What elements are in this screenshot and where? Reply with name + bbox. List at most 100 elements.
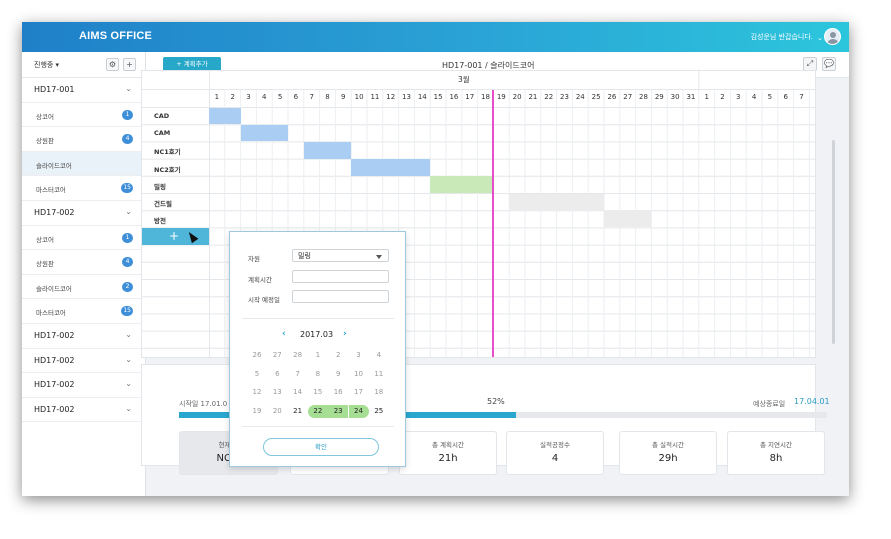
chevron-down-icon[interactable]: ⌄: [125, 207, 132, 216]
comment-icon[interactable]: 💬: [822, 57, 836, 71]
calendar-day[interactable]: 22: [307, 404, 328, 418]
calendar-day[interactable]: 13: [267, 386, 287, 399]
day-label: 10: [354, 93, 364, 101]
day-label: 1: [214, 93, 220, 101]
next-month-icon[interactable]: ›: [343, 329, 347, 339]
sidebar-project-group[interactable]: HD17-001 ⌄: [22, 78, 145, 103]
count-badge: 4: [122, 134, 133, 145]
expand-icon[interactable]: ⤢: [803, 57, 817, 71]
count-badge: 4: [122, 257, 133, 268]
add-task-row-button[interactable]: +: [142, 227, 209, 245]
calendar-day[interactable]: 2: [328, 349, 348, 362]
calendar-day[interactable]: 5: [247, 368, 267, 381]
add-project-button[interactable]: +: [123, 58, 136, 71]
calendar-day[interactable]: 19: [247, 405, 267, 418]
sidebar-item-label: 슬라이드코어: [36, 161, 72, 170]
sidebar-project-group[interactable]: HD17-002 ⌄: [22, 349, 145, 374]
sidebar-project-group[interactable]: HD17-002 ⌄: [22, 398, 145, 423]
calendar-day[interactable]: 18: [369, 386, 389, 399]
add-plan-popup: 자원 밀링 계획시간 시작 예정일 ‹ 2017.03 › 26 27 28 1 2 3 4…: [229, 231, 406, 467]
task-bar[interactable]: [209, 107, 241, 125]
app-title[interactable]: AIMS OFFICE: [79, 30, 152, 42]
day-label: 7: [799, 93, 804, 101]
avatar-body-icon: [827, 39, 839, 44]
settings-icon[interactable]: ⚙: [106, 58, 119, 71]
day-label: 12: [386, 93, 396, 101]
sidebar-item[interactable]: 상코어 1: [22, 103, 145, 128]
calendar-day[interactable]: 8: [308, 368, 328, 381]
confirm-button[interactable]: 확인: [263, 438, 379, 456]
avatar-head-icon: [830, 32, 836, 38]
calendar-day[interactable]: 15: [308, 386, 328, 399]
task-label: CAD: [154, 112, 170, 120]
prev-month-icon[interactable]: ‹: [282, 329, 286, 339]
mouse-cursor-icon: [185, 229, 199, 244]
calendar-day[interactable]: 9: [328, 368, 348, 381]
count-badge: 2: [122, 281, 133, 292]
calendar-day[interactable]: 25: [369, 405, 389, 418]
vertical-scrollbar[interactable]: [832, 140, 835, 344]
calendar-day[interactable]: 10: [349, 368, 369, 381]
calendar-day[interactable]: 17: [349, 386, 369, 399]
sidebar-item[interactable]: 마스터코어 15: [22, 176, 145, 201]
sidebar-item[interactable]: 상코어 1: [22, 226, 145, 251]
plan-time-input[interactable]: [292, 270, 389, 283]
calendar-day[interactable]: 28: [288, 349, 308, 362]
avatar[interactable]: [824, 28, 841, 45]
sidebar-item[interactable]: 마스터코어 15: [22, 299, 145, 324]
chevron-down-icon[interactable]: ⌄: [125, 355, 132, 364]
day-label: 14: [417, 93, 427, 101]
calendar-day[interactable]: 1: [308, 349, 328, 362]
sidebar-project-group[interactable]: HD17-002 ⌄: [22, 201, 145, 226]
expected-end-date: 17.04.01: [794, 397, 830, 406]
sidebar-item-label: 상코어: [36, 112, 54, 121]
calendar-day[interactable]: 4: [369, 349, 389, 362]
sidebar-project-group[interactable]: HD17-002 ⌄: [22, 324, 145, 349]
day-label: 21: [528, 93, 538, 101]
stat-value: 4: [551, 453, 559, 464]
sidebar-item[interactable]: 상원판 4: [22, 127, 145, 152]
calendar-day[interactable]: 27: [267, 349, 287, 362]
sidebar-project-group[interactable]: HD17-002 ⌄: [22, 373, 145, 398]
status-filter-dropdown[interactable]: 진행중 ▾: [34, 60, 59, 70]
calendar-day[interactable]: 16: [328, 386, 348, 399]
calendar-day[interactable]: 20: [267, 405, 287, 418]
task-bar[interactable]: [430, 176, 494, 193]
sidebar-item-label: 마스터코어: [36, 309, 66, 318]
sidebar-item-label: HD17-002: [34, 404, 75, 414]
chevron-down-icon[interactable]: ⌄: [125, 84, 132, 93]
calendar-day[interactable]: 11: [369, 368, 389, 381]
task-bar[interactable]: [240, 124, 288, 142]
task-bar[interactable]: [351, 159, 431, 176]
task-bar[interactable]: [509, 193, 604, 211]
calendar-day[interactable]: 21: [288, 405, 308, 418]
calendar-day[interactable]: 3: [349, 349, 369, 362]
calendar-day[interactable]: 23: [328, 404, 349, 418]
day-label: 19: [496, 93, 506, 101]
day-label: 6: [293, 93, 299, 101]
resource-select[interactable]: 밀링: [292, 249, 389, 262]
calendar-day[interactable]: 26: [247, 349, 267, 362]
resource-select-value: 밀링: [298, 252, 311, 260]
stat-label: 총 실적시간: [652, 441, 684, 449]
calendar-day[interactable]: 24: [348, 404, 369, 418]
start-date-input[interactable]: [292, 290, 389, 303]
calendar-day[interactable]: 7: [288, 368, 308, 381]
task-label: NC2호기: [154, 165, 181, 174]
chevron-down-icon[interactable]: ⌄: [125, 404, 132, 413]
calendar-day[interactable]: 14: [288, 386, 308, 399]
user-menu-chevron-icon[interactable]: ⌄: [817, 34, 823, 42]
sidebar-item[interactable]: 상원판 4: [22, 250, 145, 275]
sidebar-item[interactable]: 슬라이드코어: [22, 151, 145, 177]
task-bar[interactable]: [303, 141, 352, 159]
sidebar-item[interactable]: 슬라이드코어 2: [22, 275, 145, 300]
day-label: 8: [325, 93, 330, 101]
task-bar[interactable]: [604, 210, 652, 228]
calendar-day[interactable]: 12: [247, 386, 267, 399]
calendar-header: ‹ 2017.03 ›: [230, 329, 407, 341]
count-badge: 1: [122, 109, 133, 120]
calendar-day[interactable]: 6: [267, 368, 287, 381]
chevron-down-icon[interactable]: ⌄: [125, 330, 132, 339]
day-label: 3: [736, 93, 741, 101]
chevron-down-icon[interactable]: ⌄: [125, 379, 132, 388]
